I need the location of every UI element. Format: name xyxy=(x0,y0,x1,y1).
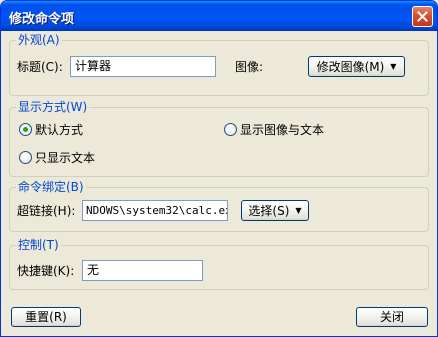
control-group-label: 控制(T) xyxy=(16,238,61,252)
radio-image-and-text-label[interactable]: 显示图像与文本 xyxy=(240,123,324,137)
radio-image-and-text[interactable] xyxy=(224,123,237,136)
display-mode-group: 显示方式(W) 默认方式 显示图像与文本 只显示文本 xyxy=(9,100,429,177)
radio-default-mode[interactable] xyxy=(19,123,32,136)
shortcut-label: 快捷键(K): xyxy=(17,264,75,278)
radio-text-only[interactable] xyxy=(19,151,32,164)
radio-text-only-label[interactable]: 只显示文本 xyxy=(35,151,95,165)
hyperlink-input[interactable]: NDOWS\system32\calc.exe xyxy=(82,200,228,221)
title-input[interactable]: 计算器 xyxy=(70,56,216,77)
control-group: 控制(T) 快捷键(K): 无 xyxy=(9,238,429,290)
select-button-label: 选择(S) xyxy=(248,203,290,218)
close-button[interactable]: 关闭 xyxy=(356,307,428,327)
reset-button[interactable]: 重置(R) xyxy=(11,307,81,327)
radio-selected-dot xyxy=(23,127,28,132)
modify-image-button[interactable]: 修改图像(M) ▼ xyxy=(308,56,405,77)
modify-command-dialog: 修改命令项 外观(A) 标题(C): 计算器 图像: 修改图像(M) ▼ 显示方… xyxy=(0,0,438,337)
title-bar[interactable]: 修改命令项 xyxy=(1,1,437,31)
dialog-title: 修改命令项 xyxy=(9,12,75,27)
title-label: 标题(C): xyxy=(17,60,63,74)
hyperlink-label: 超链接(H): xyxy=(17,204,76,218)
select-button[interactable]: 选择(S) ▼ xyxy=(241,200,309,221)
chevron-down-icon: ▼ xyxy=(390,61,397,71)
radio-default-mode-label[interactable]: 默认方式 xyxy=(35,123,83,137)
close-icon xyxy=(417,11,428,22)
modify-image-button-label: 修改图像(M) xyxy=(316,59,385,74)
image-label: 图像: xyxy=(235,60,264,74)
command-binding-group-label: 命令绑定(B) xyxy=(16,180,86,194)
shortcut-input[interactable]: 无 xyxy=(82,260,203,281)
command-binding-group: 命令绑定(B) 超链接(H): NDOWS\system32\calc.exe … xyxy=(9,180,429,232)
appearance-group-label: 外观(A) xyxy=(16,33,62,47)
display-mode-group-label: 显示方式(W) xyxy=(16,100,90,114)
close-window-button[interactable] xyxy=(412,6,433,27)
chevron-down-icon: ▼ xyxy=(295,205,302,215)
appearance-group: 外观(A) 标题(C): 计算器 图像: 修改图像(M) ▼ xyxy=(9,33,429,96)
